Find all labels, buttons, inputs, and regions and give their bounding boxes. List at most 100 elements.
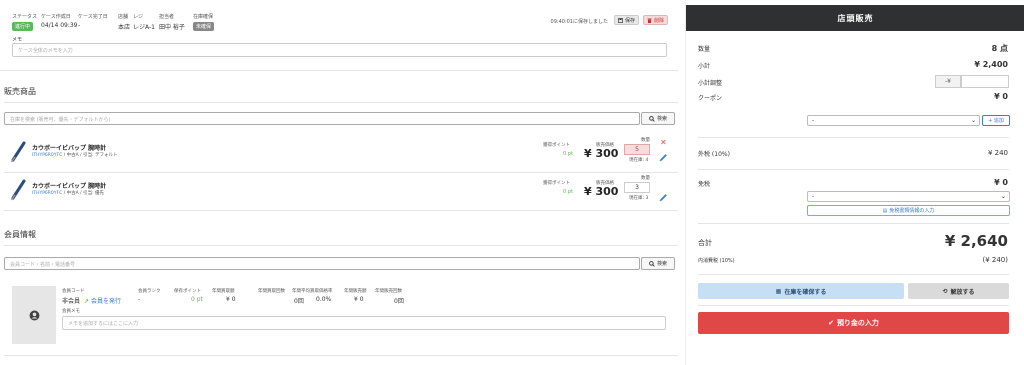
- edit-icon[interactable]: [659, 193, 668, 202]
- price-value: ¥ 300: [584, 147, 619, 160]
- edit-icon[interactable]: [659, 153, 668, 162]
- member-search-input[interactable]: 会員コード・名前・電話番号: [4, 257, 640, 270]
- unlink-icon: ⟲: [942, 287, 948, 295]
- deposit-label: 預り金の入力: [836, 319, 879, 327]
- ext-tax-label: 外税 (10%): [698, 151, 730, 158]
- case-header: ステータス 進行中 ケース作成日 04/14 09:39 ケース完了日 - 店舗…: [12, 13, 668, 35]
- coupon-value: ¥ 0: [994, 92, 1008, 101]
- tax-free-value: ¥ 0: [994, 178, 1008, 187]
- status-group: ステータス 進行中: [12, 13, 37, 31]
- divider: [698, 274, 1009, 275]
- divider: [0, 70, 678, 71]
- summary-panel: 店頭販売 数量 8 点 小計 ¥ 2,400 小計調整 -¥ クーポン ¥ 0 …: [685, 0, 1024, 365]
- rank-label: 会員ランク: [138, 289, 161, 294]
- coupon-label: クーポン: [698, 95, 723, 102]
- tax-free-label: 免税: [698, 181, 711, 188]
- annual-purchase-label: 年間買取額: [212, 289, 235, 294]
- store-label: 店舗: [118, 14, 129, 20]
- product-detail: ITHYP6R0YFC / 中古A / 引当: デフォルト: [32, 152, 118, 158]
- save-icon: [618, 17, 623, 23]
- divider: [4, 245, 678, 246]
- points-value: 0 pt: [563, 151, 573, 157]
- annual-sales-label: 年間販売額: [344, 289, 367, 294]
- external-link-icon: ↗: [84, 298, 90, 305]
- annual-sales-count-value: 0回: [394, 298, 404, 305]
- search-icon: [649, 115, 655, 122]
- completed-label: ケース完了日: [78, 14, 108, 20]
- store-group: 店舗 本店: [118, 13, 130, 31]
- add-coupon-button[interactable]: + 追加: [982, 115, 1010, 126]
- qty-label: 数量: [641, 176, 650, 181]
- member-points-label: 保有ポイント: [174, 289, 201, 294]
- member-code-value: 非会員: [62, 298, 81, 305]
- coupon-select-value: -: [812, 117, 815, 124]
- product-code-link[interactable]: ITHYP6R0YFC: [32, 191, 62, 196]
- qty-total-value: 8 点: [991, 44, 1008, 53]
- adjust-input[interactable]: [961, 75, 1009, 88]
- tax-free-docs-button[interactable]: ▤ 免税書類情報の入力: [807, 205, 1010, 216]
- search-icon: [649, 260, 655, 267]
- member-memo-label: 会員メモ: [62, 309, 80, 314]
- divider: [698, 137, 1009, 138]
- created-value: 04/14 09:39: [41, 22, 78, 29]
- chevron-down-icon: ⌄: [1000, 193, 1006, 200]
- member-title: 会員情報: [4, 230, 36, 239]
- price-value: ¥ 300: [584, 185, 619, 198]
- annual-purchase-count-value: 0回: [294, 298, 304, 305]
- issue-member-label: 会員を発行: [90, 298, 121, 305]
- register-value: レジA-1: [133, 24, 155, 31]
- ext-tax-value: ¥ 240: [987, 149, 1008, 157]
- rank-value: -: [138, 296, 141, 303]
- memo-label: メモ: [12, 37, 23, 43]
- coupon-select[interactable]: - ⌄: [807, 115, 980, 126]
- register-label: レジ: [133, 14, 144, 20]
- delete-button[interactable]: 削除: [642, 15, 668, 25]
- product-name[interactable]: カウボーイビバップ 腕時計: [32, 143, 106, 152]
- release-button[interactable]: ⟲ 解放する: [908, 283, 1009, 299]
- member-search-button[interactable]: 検索: [641, 257, 675, 270]
- stock-group: 在庫確保 未確保: [193, 13, 215, 31]
- product-row: カウボーイビバップ 腕時計 ITHYP6R0YFC / 中古A / 引当: デフ…: [0, 134, 678, 172]
- subtotal-value: ¥ 2,400: [974, 60, 1008, 69]
- tax-free-select[interactable]: - ⌄: [807, 191, 1010, 202]
- subtotal-label: 小計: [698, 63, 711, 70]
- divider: [4, 355, 678, 356]
- issue-member-link[interactable]: ↗ 会員を発行: [84, 296, 121, 305]
- product-code-link[interactable]: ITHYP6R0YFC: [32, 153, 62, 158]
- qty-input[interactable]: 3: [624, 182, 650, 193]
- chevron-down-icon: ⌄: [970, 117, 976, 124]
- status-badge: 進行中: [12, 22, 34, 31]
- adjust-prefix: -¥: [935, 75, 961, 88]
- secure-stock-button[interactable]: ▦ 在庫を確保する: [698, 283, 904, 299]
- staff-group: 担当者 田中 裕子: [159, 13, 185, 31]
- stock-count: 現在庫: 4: [629, 158, 649, 163]
- boxes-icon: ▦: [775, 287, 782, 295]
- member-code-label: 会員コード: [62, 289, 85, 294]
- product-row: カウボーイビバップ 腕時計 ITHYP6R0YFC / 中古A / 引当: 優先…: [0, 172, 678, 210]
- stock-search-button[interactable]: 検索: [641, 112, 675, 125]
- avg-rate-value: 0.0%: [316, 296, 332, 303]
- qty-input[interactable]: 5: [624, 144, 650, 155]
- product-name[interactable]: カウボーイビバップ 腕時計: [32, 181, 106, 190]
- saved-status: 09:40:01に保存しました: [550, 19, 608, 25]
- stock-search-input[interactable]: 在庫を検索 (販売可、優先・デフォルトから): [4, 112, 640, 125]
- member-points-value: 0 pt: [191, 296, 203, 303]
- qty-total-label: 数量: [698, 46, 711, 53]
- deposit-button[interactable]: ✔ 預り金の入力: [698, 312, 1009, 334]
- annual-sales-value: ¥ 0: [354, 296, 364, 303]
- status-label: ステータス: [12, 14, 38, 20]
- stock-badge: 未確保: [193, 22, 215, 31]
- annual-sales-count-label: 年間販売回数: [375, 289, 402, 294]
- annual-purchase-value: ¥ 0: [226, 296, 236, 303]
- tax-free-docs-label: 免税書類情報の入力: [889, 208, 935, 214]
- case-memo-input[interactable]: ケース全体のメモを入力: [12, 43, 667, 57]
- points-label: 獲得ポイント: [543, 143, 570, 148]
- user-icon: [29, 310, 39, 320]
- staff-value: 田中 裕子: [159, 24, 185, 31]
- remove-item-icon[interactable]: ✕: [660, 139, 667, 147]
- incl-tax-value: (¥ 240): [982, 256, 1008, 264]
- member-memo-input[interactable]: メモを追加するにはここに入力: [62, 316, 666, 330]
- register-group: レジ レジA-1: [133, 13, 155, 31]
- save-button[interactable]: 保存: [613, 15, 639, 25]
- delete-label: 削除: [653, 17, 664, 24]
